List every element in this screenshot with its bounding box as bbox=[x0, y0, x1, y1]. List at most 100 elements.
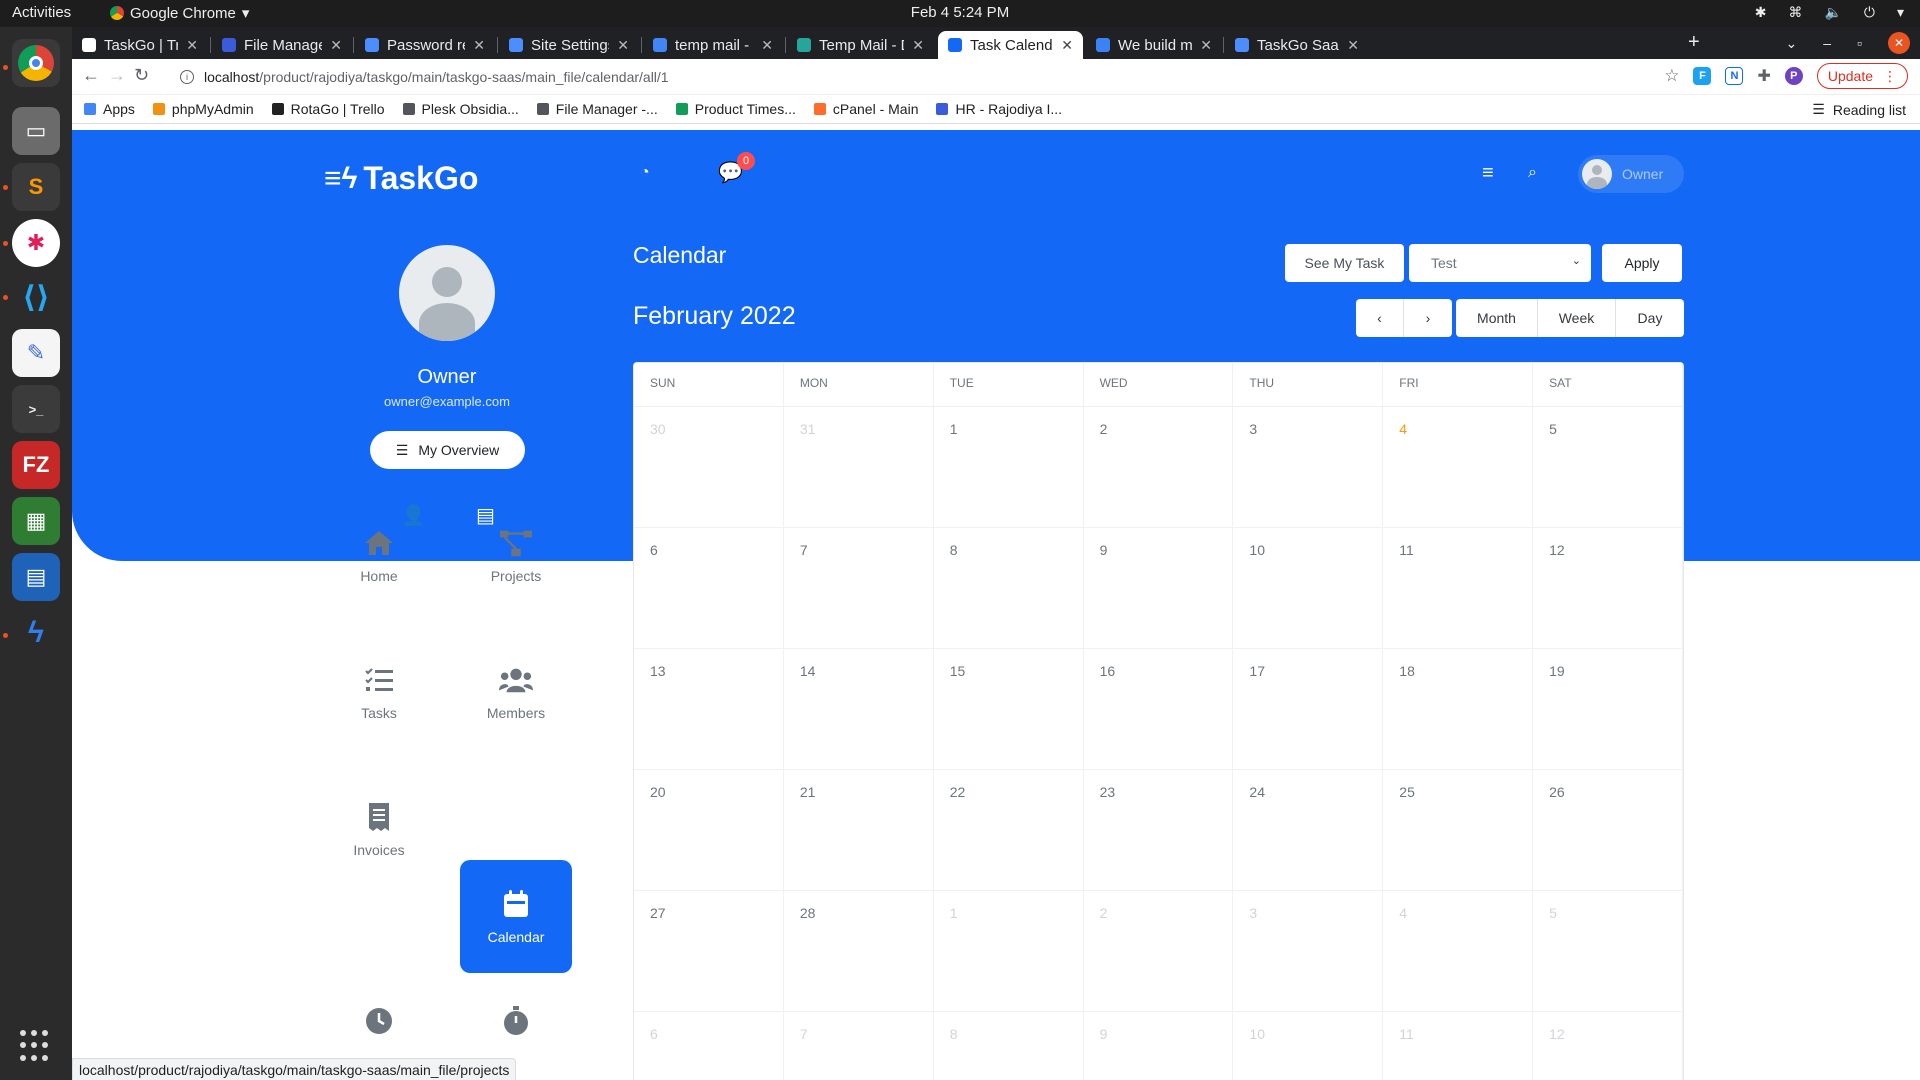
close-tab-icon[interactable]: ✕ bbox=[1200, 37, 1212, 54]
calendar-day-cell[interactable]: 12 bbox=[1533, 1012, 1683, 1080]
calendar-day-cell[interactable]: 24 bbox=[1233, 770, 1384, 891]
bookmark-item[interactable]: cPanel - Main bbox=[813, 101, 918, 117]
browser-tab[interactable]: We build moder ✕ bbox=[1086, 31, 1222, 59]
site-info-icon[interactable]: i bbox=[180, 70, 194, 84]
calendar-day-cell[interactable]: 31 bbox=[783, 407, 934, 528]
new-tab-icon[interactable]: + bbox=[1688, 31, 1700, 54]
calendar-day-cell[interactable]: 28 bbox=[783, 891, 934, 1012]
nav-projects[interactable]: Projects bbox=[460, 500, 572, 612]
project-select[interactable]: Test ⌄ bbox=[1409, 244, 1591, 282]
network-icon[interactable]: ⌘ bbox=[1788, 4, 1802, 21]
calendar-day-cell[interactable]: 9 bbox=[1084, 1012, 1234, 1080]
sublime-text-icon[interactable]: S bbox=[12, 163, 60, 211]
calendar-day-cell[interactable]: 11 bbox=[1383, 1012, 1534, 1080]
close-window-icon[interactable]: ✕ bbox=[1888, 32, 1910, 54]
calendar-day-cell[interactable]: 6 bbox=[634, 1012, 784, 1080]
nav-calendar[interactable]: Calendar bbox=[460, 860, 572, 973]
reload-icon[interactable]: ↻ bbox=[134, 65, 149, 86]
nav-invoices[interactable]: Invoices bbox=[323, 774, 435, 886]
see-my-task-button[interactable]: See My Task bbox=[1285, 244, 1404, 282]
minimize-icon[interactable]: – bbox=[1823, 35, 1831, 51]
extension-n-icon[interactable]: N bbox=[1725, 67, 1744, 85]
view-day-button[interactable]: Day bbox=[1616, 299, 1684, 337]
calendar-day-cell[interactable]: 5 bbox=[1533, 407, 1683, 528]
calendar-day-cell[interactable]: 6 bbox=[634, 528, 784, 649]
power-icon[interactable]: ⏻ bbox=[1864, 4, 1875, 21]
address-bar[interactable]: i localhost/product/rajodiya/taskgo/main… bbox=[180, 62, 1420, 92]
reading-list-button[interactable]: ☰ Reading list bbox=[1812, 101, 1906, 118]
calendar-day-cell[interactable]: 12 bbox=[1533, 528, 1683, 649]
calendar-day-cell[interactable]: 1 bbox=[933, 891, 1084, 1012]
calendar-day-cell[interactable]: 13 bbox=[634, 649, 784, 770]
close-tab-icon[interactable]: ✕ bbox=[330, 37, 342, 54]
close-tab-icon[interactable]: ✕ bbox=[912, 37, 924, 54]
writer-icon[interactable]: ▤ bbox=[12, 553, 60, 601]
text-editor-icon[interactable]: ✎ bbox=[12, 329, 60, 377]
tab-search-icon[interactable]: ⌄ bbox=[1786, 35, 1798, 52]
calendar-day-cell[interactable]: 18 bbox=[1383, 649, 1534, 770]
bookmark-item[interactable]: HR - Rajodiya I... bbox=[936, 101, 1062, 117]
calendar-day-cell[interactable]: 10 bbox=[1233, 1012, 1384, 1080]
apply-button[interactable]: Apply bbox=[1602, 244, 1682, 282]
calendar-day-cell[interactable]: 22 bbox=[933, 770, 1084, 891]
brand-logo[interactable]: ≡ϟ TaskGo bbox=[324, 160, 478, 197]
calendar-day-cell[interactable]: 15 bbox=[933, 649, 1084, 770]
calendar-day-cell[interactable]: 11 bbox=[1383, 528, 1534, 649]
close-tab-icon[interactable]: ✕ bbox=[1347, 37, 1359, 54]
maximize-icon[interactable]: ▫ bbox=[1857, 35, 1862, 51]
chrome-launcher-icon[interactable] bbox=[12, 39, 60, 87]
calendar-day-cell[interactable]: 14 bbox=[783, 649, 934, 770]
profile-icon[interactable]: P bbox=[1784, 67, 1803, 85]
calendar-day-cell[interactable]: 19 bbox=[1533, 649, 1683, 770]
clock-header-icon[interactable]: ◔ bbox=[640, 164, 650, 182]
bookmark-item[interactable]: Apps bbox=[84, 101, 135, 117]
calendar-day-cell[interactable]: 8 bbox=[934, 1012, 1084, 1080]
forward-icon[interactable]: → bbox=[108, 65, 126, 86]
bookmark-item[interactable]: phpMyAdmin bbox=[152, 101, 254, 117]
calendar-day-cell[interactable]: 7 bbox=[783, 528, 934, 649]
search-icon[interactable]: ⌕ bbox=[1528, 164, 1537, 182]
terminal-icon[interactable]: >_ bbox=[12, 385, 60, 433]
activities-button[interactable]: Activities bbox=[12, 4, 71, 21]
filezilla-icon[interactable]: FZ bbox=[12, 441, 60, 489]
my-overview-button[interactable]: ☰ My Overview bbox=[370, 431, 525, 469]
close-tab-icon[interactable]: ✕ bbox=[761, 37, 773, 54]
browser-tab[interactable]: Site Settings - Ta ✕ bbox=[499, 31, 639, 59]
browser-tab[interactable]: File Manager - Pl ✕ bbox=[212, 31, 352, 59]
slack-tray-icon[interactable]: ✱ bbox=[1755, 4, 1767, 21]
calendar-day-cell[interactable]: 23 bbox=[1083, 770, 1234, 891]
close-tab-icon[interactable]: ✕ bbox=[617, 37, 629, 54]
bookmark-star-icon[interactable]: ☆ bbox=[1664, 66, 1679, 86]
calendar-day-cell[interactable]: 27 bbox=[634, 891, 784, 1012]
close-tab-icon[interactable]: ✕ bbox=[1061, 37, 1073, 54]
calendar-day-cell[interactable]: 2 bbox=[1083, 407, 1234, 528]
nav-home[interactable]: Home bbox=[323, 500, 435, 612]
calendar-day-cell[interactable]: 21 bbox=[783, 770, 934, 891]
nav-members[interactable]: Members bbox=[460, 637, 572, 749]
next-month-button[interactable]: › bbox=[1404, 299, 1452, 337]
bookmark-item[interactable]: Product Times... bbox=[675, 101, 796, 117]
menu-icon[interactable]: ≡ bbox=[1482, 162, 1494, 185]
bookmark-item[interactable]: Plesk Obsidia... bbox=[402, 101, 519, 117]
chevron-down-icon[interactable]: ▾ bbox=[1897, 4, 1904, 21]
extensions-puzzle-icon[interactable]: ✚ bbox=[1757, 66, 1770, 86]
app-menu[interactable]: Google Chrome ▾ bbox=[110, 4, 249, 22]
browser-tab[interactable]: temp mail - Goog ✕ bbox=[643, 31, 783, 59]
back-icon[interactable]: ← bbox=[82, 65, 100, 86]
calendar-day-cell[interactable]: 4 bbox=[1383, 891, 1534, 1012]
show-applications-icon[interactable] bbox=[20, 1030, 52, 1062]
nav-tasks[interactable]: Tasks bbox=[323, 637, 435, 749]
calendar-day-cell[interactable]: 20 bbox=[634, 770, 784, 891]
close-tab-icon[interactable]: ✕ bbox=[473, 37, 485, 54]
calendar-day-cell[interactable]: 7 bbox=[784, 1012, 934, 1080]
volume-icon[interactable]: 🔈 bbox=[1824, 4, 1841, 21]
system-tray[interactable]: ✱ ⌘ 🔈 ⏻ ▾ bbox=[1755, 4, 1904, 21]
calendar-day-cell[interactable]: 2 bbox=[1083, 891, 1234, 1012]
calendar-day-cell[interactable]: 9 bbox=[1083, 528, 1234, 649]
calendar-day-cell[interactable]: 16 bbox=[1083, 649, 1234, 770]
calendar-day-cell[interactable]: 26 bbox=[1533, 770, 1683, 891]
calendar-day-cell[interactable]: 3 bbox=[1233, 407, 1384, 528]
close-tab-icon[interactable]: ✕ bbox=[186, 37, 198, 54]
bookmark-item[interactable]: File Manager -... bbox=[536, 101, 658, 117]
bookmark-item[interactable]: RotaGo | Trello bbox=[271, 101, 385, 117]
